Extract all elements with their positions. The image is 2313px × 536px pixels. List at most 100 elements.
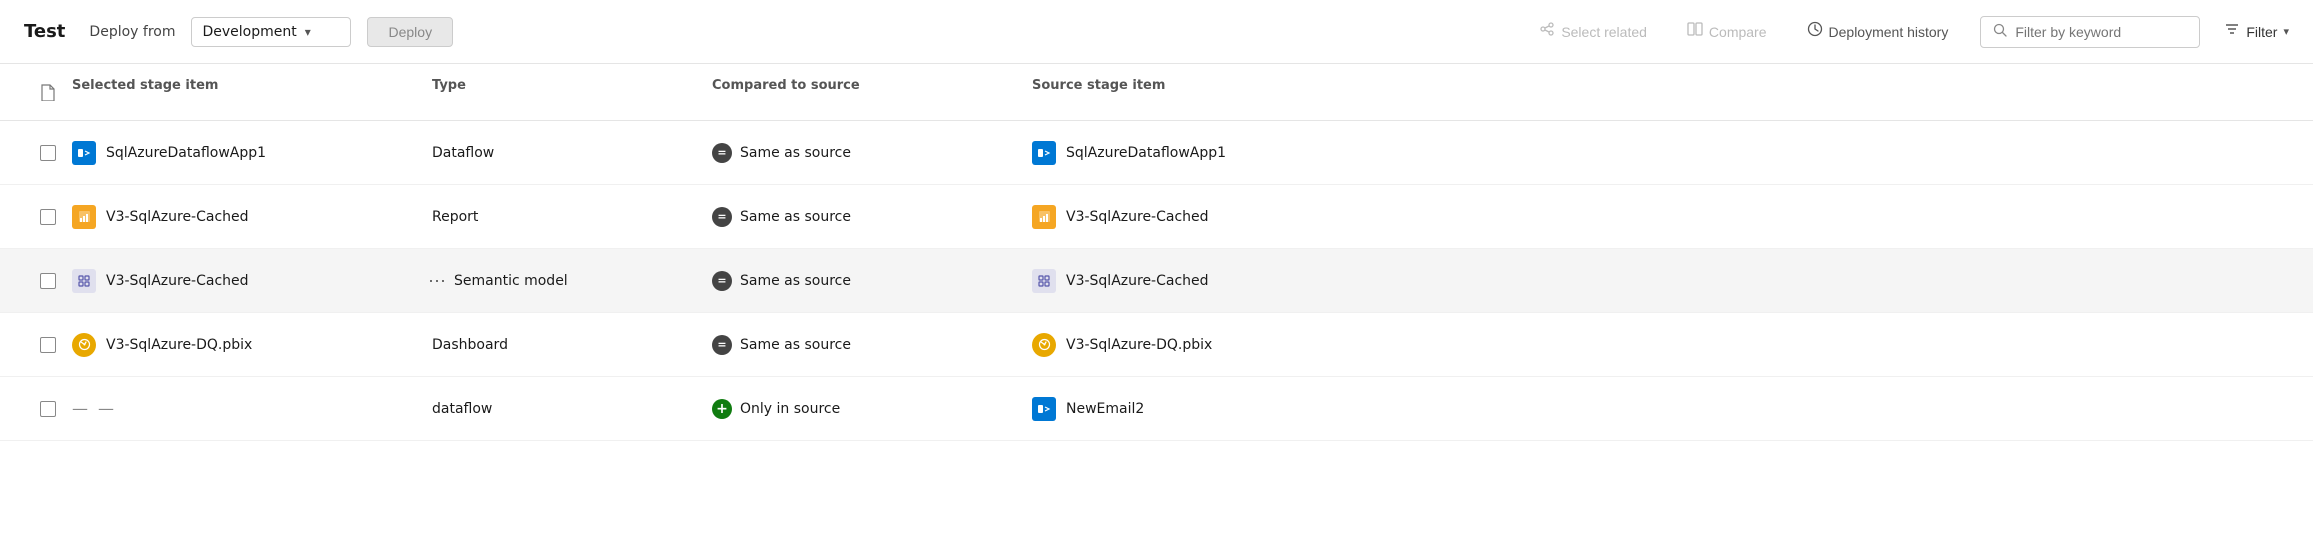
row-checkbox[interactable] <box>24 209 72 225</box>
page-title: Test <box>24 21 65 42</box>
row-checkbox[interactable] <box>24 145 72 161</box>
checkbox[interactable] <box>40 209 56 225</box>
source-name: NewEmail2 <box>1066 401 1144 417</box>
compared-cell: + Only in source <box>712 399 1032 419</box>
select-related-icon <box>1539 21 1555 42</box>
checkbox[interactable] <box>40 401 56 417</box>
type-label: Dataflow <box>432 145 494 161</box>
compare-button[interactable]: Compare <box>1679 17 1775 46</box>
table-header: Selected stage item Type Compared to sou… <box>0 64 2313 121</box>
compare-icon <box>1687 21 1703 42</box>
more-options-button[interactable]: ··· <box>428 270 446 291</box>
col-type: Type <box>432 78 712 106</box>
filter-icon <box>2224 21 2240 42</box>
item-cell: V3-SqlAzure-Cached <box>72 205 432 229</box>
deploy-from-value: Development <box>202 24 296 40</box>
source-cell: V3-SqlAzure-DQ.pbix <box>1032 333 2289 357</box>
search-input[interactable] <box>2015 24 2175 40</box>
dataflow-icon <box>1032 397 1056 421</box>
type-label: dataflow <box>432 401 492 417</box>
type-cell: Dashboard <box>432 337 712 353</box>
deploy-from-dropdown[interactable]: Development ▾ <box>191 17 351 47</box>
compared-cell: = Same as source <box>712 207 1032 227</box>
source-name: V3-SqlAzure-Cached <box>1066 209 1209 225</box>
type-label: Semantic model <box>454 273 568 289</box>
compared-label: Same as source <box>740 337 851 353</box>
compared-label: Same as source <box>740 209 851 225</box>
col-selected-stage-item: Selected stage item <box>72 78 432 106</box>
table-body: SqlAzureDataflowApp1 Dataflow = Same as … <box>0 121 2313 441</box>
item-name: SqlAzureDataflowApp1 <box>106 145 266 161</box>
type-label: Report <box>432 209 478 225</box>
row-checkbox[interactable] <box>24 337 72 353</box>
compared-label: Same as source <box>740 145 851 161</box>
item-cell: SqlAzureDataflowApp1 <box>72 141 432 165</box>
source-cell: V3-SqlAzure-Cached <box>1032 205 2289 229</box>
status-same-icon: = <box>712 143 732 163</box>
none-icon: — <box>72 399 88 418</box>
filter-button[interactable]: Filter ▾ <box>2224 21 2289 42</box>
deploy-from-label: Deploy from <box>89 24 175 40</box>
item-name: V3-SqlAzure-DQ.pbix <box>106 337 252 353</box>
table-row[interactable]: V3-SqlAzure-DQ.pbix Dashboard = Same as … <box>0 313 2313 377</box>
type-cell: Report <box>432 209 712 225</box>
dashboard-icon <box>1032 333 1056 357</box>
checkbox[interactable] <box>40 145 56 161</box>
compared-label: Only in source <box>740 401 840 417</box>
status-same-icon: = <box>712 207 732 227</box>
dataflow-icon <box>1032 141 1056 165</box>
table-wrapper: Selected stage item Type Compared to sou… <box>0 64 2313 441</box>
deployment-history-label: Deployment history <box>1829 24 1949 40</box>
table-row[interactable]: V3-SqlAzure-Cached Report = Same as sour… <box>0 185 2313 249</box>
select-related-label: Select related <box>1561 24 1647 40</box>
source-cell: NewEmail2 <box>1032 397 2289 421</box>
type-cell: Dataflow <box>432 145 712 161</box>
row-checkbox[interactable] <box>24 401 72 417</box>
history-icon <box>1807 21 1823 42</box>
search-icon <box>1993 23 2007 41</box>
filter-label: Filter <box>2246 24 2277 40</box>
item-cell: V3-SqlAzure-Cached <box>72 269 432 293</box>
item-dash: — <box>98 399 114 418</box>
table-row[interactable]: — — dataflow + Only in source NewEmail2 <box>0 377 2313 441</box>
semantic-icon <box>72 269 96 293</box>
col-compared-to-source: Compared to source <box>712 78 1032 106</box>
compared-label: Same as source <box>740 273 851 289</box>
source-cell: V3-SqlAzure-Cached <box>1032 269 2289 293</box>
header-file-icon <box>34 78 62 106</box>
status-only-icon: + <box>712 399 732 419</box>
compare-label: Compare <box>1709 24 1767 40</box>
search-box[interactable] <box>1980 16 2200 48</box>
row-checkbox[interactable] <box>24 273 72 289</box>
semantic-icon <box>1032 269 1056 293</box>
dataflow-icon <box>72 141 96 165</box>
header-checkbox-col <box>24 78 72 106</box>
dashboard-icon <box>72 333 96 357</box>
status-same-icon: = <box>712 271 732 291</box>
report-icon <box>72 205 96 229</box>
compared-cell: = Same as source <box>712 271 1032 291</box>
table-row[interactable]: V3-SqlAzure-Cached ··· Semantic model = … <box>0 249 2313 313</box>
source-name: V3-SqlAzure-DQ.pbix <box>1066 337 1212 353</box>
compared-cell: = Same as source <box>712 335 1032 355</box>
topbar: Test Deploy from Development ▾ Deploy Se… <box>0 0 2313 64</box>
filter-chevron-icon: ▾ <box>2283 25 2289 38</box>
type-cell: dataflow <box>432 401 712 417</box>
item-cell: — — <box>72 399 432 418</box>
topbar-actions: Select related Compare Deployment histor… <box>1531 16 2289 48</box>
checkbox[interactable] <box>40 273 56 289</box>
type-label: Dashboard <box>432 337 508 353</box>
item-name: V3-SqlAzure-Cached <box>106 273 249 289</box>
deployment-history-button[interactable]: Deployment history <box>1799 17 1957 46</box>
chevron-down-icon: ▾ <box>305 25 311 39</box>
checkbox[interactable] <box>40 337 56 353</box>
item-cell: V3-SqlAzure-DQ.pbix <box>72 333 432 357</box>
type-cell: ··· Semantic model <box>432 270 712 291</box>
source-name: SqlAzureDataflowApp1 <box>1066 145 1226 161</box>
item-name: V3-SqlAzure-Cached <box>106 209 249 225</box>
status-same-icon: = <box>712 335 732 355</box>
compared-cell: = Same as source <box>712 143 1032 163</box>
table-row[interactable]: SqlAzureDataflowApp1 Dataflow = Same as … <box>0 121 2313 185</box>
deploy-button[interactable]: Deploy <box>367 17 453 47</box>
select-related-button[interactable]: Select related <box>1531 17 1655 46</box>
